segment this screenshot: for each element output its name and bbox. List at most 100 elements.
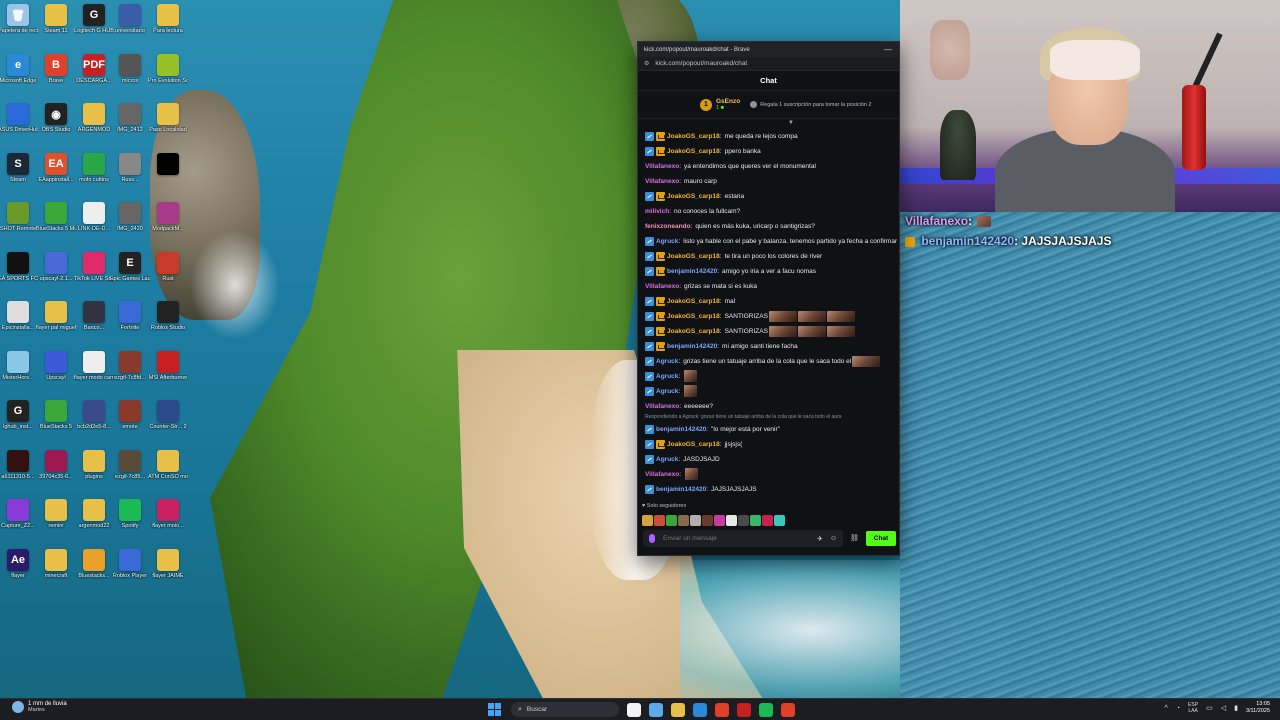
taskbar-app-icon[interactable] xyxy=(759,702,773,717)
clock[interactable]: 13:05 3/11/2025 xyxy=(1246,701,1270,715)
chat-username[interactable]: fenixzoneando xyxy=(645,223,691,230)
desktop-icon[interactable]: EA EAappinstall... xyxy=(36,152,76,183)
quick-emote[interactable] xyxy=(666,514,677,526)
network-icon[interactable]: ▭ xyxy=(1206,704,1213,712)
send-chat-button[interactable]: Chat xyxy=(866,531,896,546)
chat-message[interactable]: Agruck: listo ya hable con el pabe y bala… xyxy=(645,235,897,247)
chat-username[interactable]: benjamin142420 xyxy=(656,426,706,433)
chat-message[interactable]: JoakoGS_carp18: me queda re lejos compa xyxy=(645,130,897,142)
chat-message[interactable]: JoakoGS_carp18: jjsjsjs( xyxy=(645,438,897,450)
chat-message[interactable]: benjamin142420: mi amigo santi tiene fach… xyxy=(645,340,897,352)
chat-message[interactable]: benjamin142420: "lo mejor está por venir" xyxy=(645,423,897,435)
quick-emote[interactable] xyxy=(750,514,761,526)
desktop-icon[interactable]: PDF DESCARGA... xyxy=(74,53,114,84)
chat-username[interactable]: Agruck xyxy=(656,373,678,380)
chat-username[interactable]: Villafanexo xyxy=(645,471,679,478)
chat-message[interactable]: benjamin142420: amigo yo iria a ver a fac… xyxy=(645,265,897,277)
chat-message[interactable]: Villafanexo: mauro carp xyxy=(645,175,897,187)
quick-emote[interactable] xyxy=(774,514,785,526)
desktop-icon[interactable]: upscayl-2.1... xyxy=(36,251,76,282)
taskbar-app-icon[interactable] xyxy=(737,702,751,717)
chat-message[interactable]: JoakoGS_carp18: ppero banka xyxy=(645,145,897,157)
chat-username[interactable]: Villafanexo xyxy=(645,283,679,290)
desktop-icon[interactable]: Pro Evolution Soccer xyxy=(148,53,188,84)
chat-username[interactable]: Villafanexo xyxy=(645,178,679,185)
desktop-icon[interactable]: flayer JAIME xyxy=(148,548,188,579)
chat-message[interactable]: Agruck: xyxy=(645,370,897,382)
chat-username[interactable]: JoakoGS_carp18 xyxy=(667,193,720,200)
chat-message[interactable]: JoakoGS_carp18: mal xyxy=(645,295,897,307)
desktop-icon[interactable]: EEpic Games Launcher xyxy=(110,251,150,282)
desktop-icon[interactable]: IMG_2412 xyxy=(110,103,150,133)
desktop-icon[interactable]: S Steam xyxy=(0,152,38,183)
chat-message[interactable]: JoakoGS_carp18: SANTIGRIZAS xyxy=(645,310,897,322)
chat-username[interactable]: JoakoGS_carp18 xyxy=(667,328,720,335)
desktop-icon[interactable]: mofo cuttins xyxy=(74,152,114,183)
quick-emote[interactable] xyxy=(642,514,653,526)
desktop-icon[interactable]: Bluestacks... xyxy=(74,548,114,579)
wifi-icon[interactable]: ◔ xyxy=(1176,705,1180,712)
chat-username[interactable]: Villafanexo xyxy=(645,403,679,410)
chat-username[interactable]: JoakoGS_carp18 xyxy=(667,313,720,320)
leaderboard-username[interactable]: GsEnzo xyxy=(716,98,740,105)
desktop-icon[interactable]: e Microsoft Edge xyxy=(0,53,38,84)
desktop-icon[interactable]: plugins xyxy=(74,449,114,480)
desktop-icon[interactable]: flayer moio... xyxy=(148,499,188,529)
desktop-icon[interactable]: flayer modo carrera xyxy=(74,350,114,381)
desktop-icon[interactable]: bcb2d2e5-8... xyxy=(74,400,114,430)
chat-message-list[interactable]: JoakoGS_carp18: me queda re lejos compa Jo… xyxy=(638,130,901,505)
translate-icon[interactable]: ✈ xyxy=(817,535,823,543)
chat-message[interactable]: Agruck: xyxy=(645,385,897,397)
quick-emote[interactable] xyxy=(654,514,665,526)
desktop-icon[interactable]: flayer pal miguel xyxy=(36,301,76,331)
chat-message-input[interactable] xyxy=(663,535,810,542)
chat-message[interactable]: Villafanexo: xyxy=(645,468,897,480)
quick-emote[interactable] xyxy=(762,514,773,526)
chat-username[interactable]: benjamin142420 xyxy=(667,268,717,275)
chat-username[interactable]: JoakoGS_carp18 xyxy=(667,298,720,305)
desktop-icon[interactable]: a6111310-5... xyxy=(0,449,38,480)
desktop-icon[interactable]: Paso Localidad xyxy=(148,103,188,133)
desktop-icon[interactable]: emote xyxy=(110,400,150,430)
taskbar-search[interactable]: ⌕ Buscar xyxy=(511,702,619,717)
minimize-button[interactable]: — xyxy=(883,45,893,54)
desktop-icon[interactable]: Roblox Studio xyxy=(148,301,188,331)
chat-message[interactable]: milivich: no conoces la fullcam? xyxy=(645,205,897,217)
address-bar[interactable]: ⚙ kick.com/popout/mauroakd/chat xyxy=(638,57,899,71)
taskbar-app-icon[interactable] xyxy=(715,702,729,717)
desktop-icon[interactable]: 39704c35-6... xyxy=(36,449,76,480)
desktop-icon[interactable]: Fortnite xyxy=(110,301,150,331)
chat-username[interactable]: Agruck xyxy=(656,238,678,245)
desktop-icon[interactable]: ARGENMOD xyxy=(74,103,114,133)
desktop-icon[interactable]: B Brave xyxy=(36,53,76,84)
desktop-icon[interactable]: Para lectura xyxy=(148,4,188,34)
desktop-icon[interactable]: micros xyxy=(110,53,150,84)
chat-username[interactable]: benjamin142420 xyxy=(656,486,706,493)
windows-start-icon[interactable] xyxy=(488,703,501,716)
chat-rules-icon[interactable]: ⛓ xyxy=(850,534,859,542)
chat-username[interactable]: Agruck xyxy=(656,456,678,463)
gift-sub-promo[interactable]: Regala 1 suscripción para tomar la posic… xyxy=(750,101,871,108)
chat-username[interactable]: JoakoGS_carp18 xyxy=(667,441,720,448)
quick-emote[interactable] xyxy=(678,514,689,526)
quick-emote[interactable] xyxy=(738,514,749,526)
desktop-icon[interactable]: BlueStacks 5 xyxy=(36,400,76,430)
desktop-icon[interactable]: TikTok LIVE Studio xyxy=(74,251,114,282)
desktop-icon[interactable] xyxy=(148,152,188,177)
chat-username[interactable]: Agruck xyxy=(656,358,678,365)
desktop-icon[interactable]: universitario xyxy=(110,4,150,34)
scroll-down-icon[interactable]: ▼ xyxy=(788,120,794,126)
desktop-icon[interactable]: Spotify xyxy=(110,499,150,529)
taskbar-app-icon[interactable] xyxy=(781,702,795,717)
desktop-icon[interactable]: Glghub_inst... xyxy=(0,400,38,430)
chat-message[interactable]: Agruck: grizas tiene un tatuaje arriba de… xyxy=(645,355,897,367)
desktop-icon[interactable]: ASUS DriverHub xyxy=(0,103,38,133)
desktop-icon[interactable]: Russ... xyxy=(110,152,150,183)
chat-username[interactable]: Villafanexo xyxy=(645,163,679,170)
voice-icon[interactable] xyxy=(649,534,655,543)
battery-icon[interactable]: ▮ xyxy=(1234,704,1238,712)
tray-overflow-icon[interactable]: ^ xyxy=(1165,705,1168,712)
chat-username[interactable]: Agruck xyxy=(656,388,678,395)
desktop-icon[interactable]: argenmod22 xyxy=(74,499,114,529)
desktop-icon[interactable]: G Logitech G HUB xyxy=(74,4,114,34)
